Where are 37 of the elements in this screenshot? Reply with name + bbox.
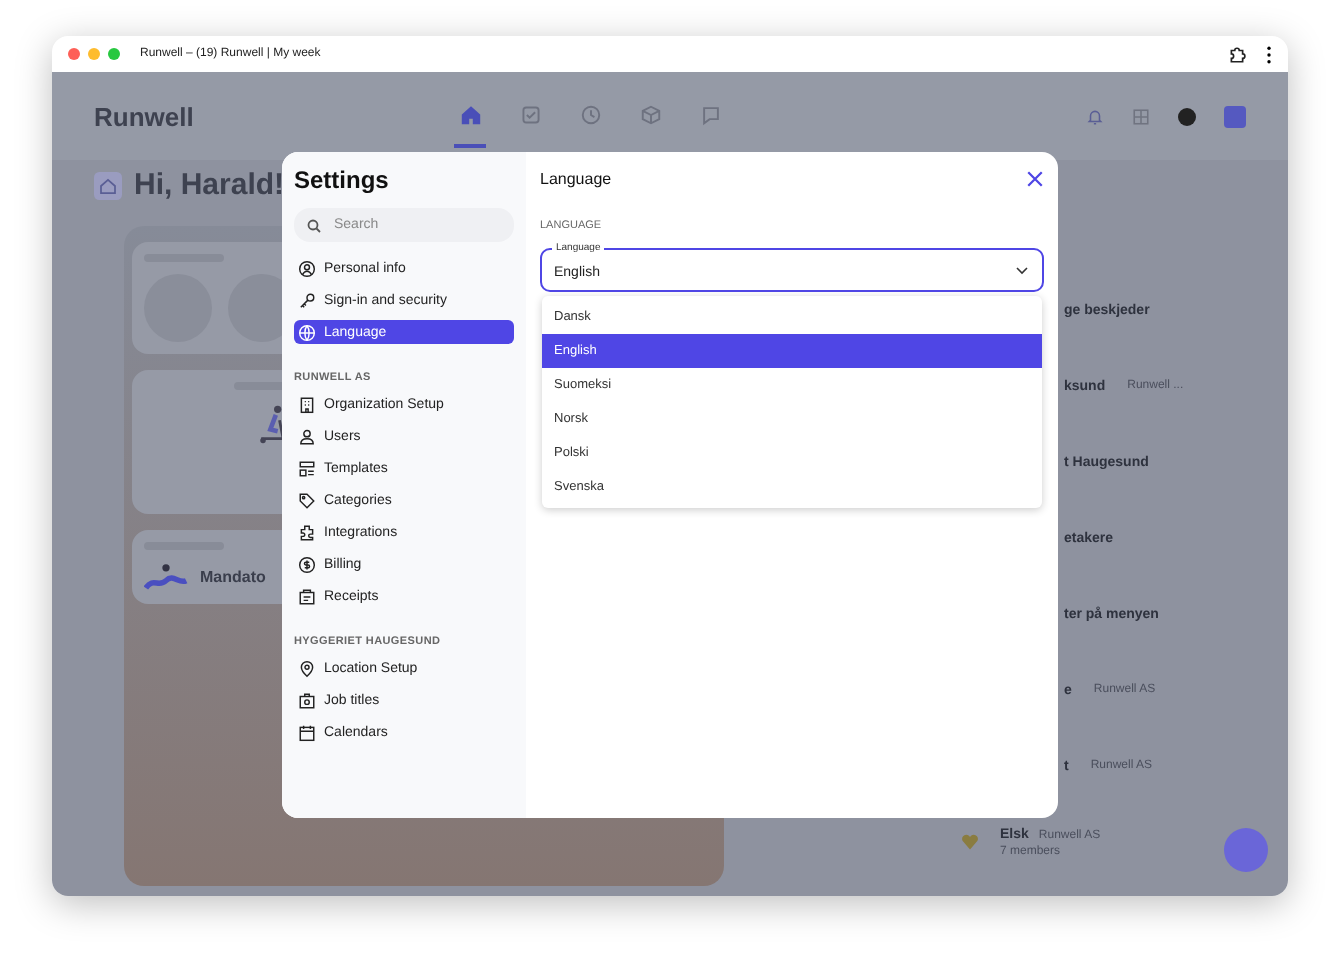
tag-icon: [298, 491, 316, 509]
puzzle-icon[interactable]: [1228, 45, 1246, 63]
dialog-title: Settings: [294, 166, 391, 194]
chat-icon: [699, 103, 721, 125]
globe-icon: [298, 323, 316, 341]
more-icon[interactable]: [1266, 45, 1272, 63]
minimize-window-button[interactable]: [88, 48, 100, 60]
person-wave-drawing: [144, 562, 188, 592]
chat-button[interactable]: [1224, 828, 1268, 872]
heart-icon: [960, 832, 980, 852]
clock-icon: [579, 103, 601, 125]
cube-icon: [639, 103, 661, 125]
location-pin-icon: [298, 659, 316, 677]
template-icon: [298, 459, 316, 477]
home-icon: [94, 171, 122, 199]
grid-icon[interactable]: [1132, 107, 1150, 125]
close-icon[interactable]: [1026, 170, 1044, 188]
greeting-heading: Hi, Harald!: [134, 168, 285, 202]
maximize-window-button[interactable]: [108, 48, 120, 60]
checkbox-icon: [519, 103, 541, 125]
app-logo[interactable]: Runwell: [94, 101, 454, 131]
calendar-icon: [298, 723, 316, 741]
close-window-button[interactable]: [68, 48, 80, 60]
user-icon: [298, 427, 316, 445]
receipt-icon: [298, 587, 316, 605]
chevron-down-icon: [1014, 262, 1030, 278]
building-icon: [298, 395, 316, 413]
dollar-icon: [298, 555, 316, 573]
key-icon: [298, 291, 316, 309]
home-icon: [459, 103, 481, 125]
puzzle-icon: [298, 523, 316, 541]
message-heading: Mandato: [200, 568, 266, 586]
user-circle-icon: [298, 259, 316, 277]
panel-title: Language: [540, 170, 612, 188]
avatar-icon[interactable]: [1178, 107, 1196, 125]
add-button[interactable]: [1224, 105, 1246, 127]
bell-icon[interactable]: [1086, 107, 1104, 125]
